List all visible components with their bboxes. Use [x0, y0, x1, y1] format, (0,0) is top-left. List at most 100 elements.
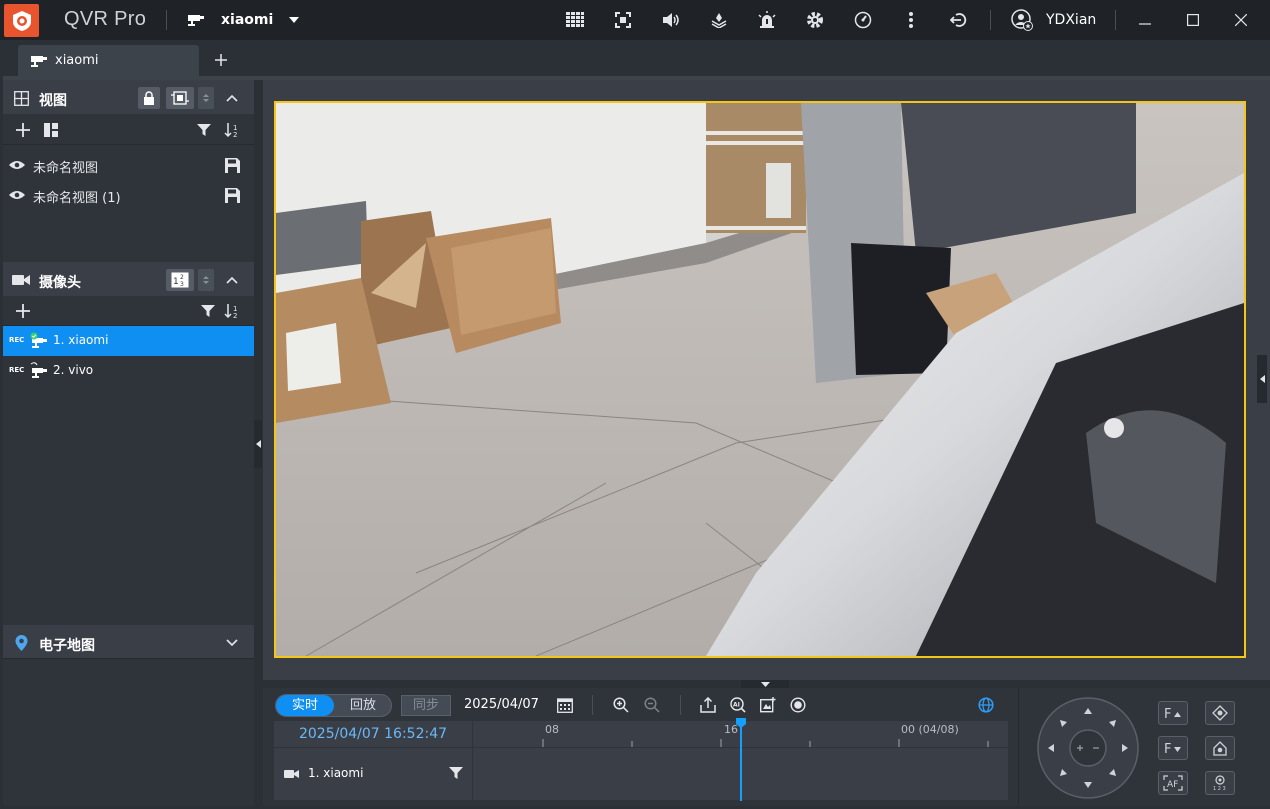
bottom-panel-collapse-handle[interactable]	[741, 680, 789, 688]
more-icon[interactable]	[901, 10, 921, 30]
focus-far-icon[interactable]: F	[1158, 701, 1188, 725]
sort-icon[interactable]: 12	[223, 122, 243, 138]
eye-icon[interactable]	[9, 158, 25, 172]
chevron-down-icon[interactable]	[284, 10, 304, 30]
zoom-out-icon[interactable]	[643, 696, 661, 714]
alarm-icon[interactable]	[757, 10, 777, 30]
camera-item-xiaomi[interactable]: REC 1. xiaomi	[3, 326, 254, 356]
divider	[166, 10, 167, 30]
volume-icon[interactable]	[661, 10, 681, 30]
username[interactable]: YDXian	[1046, 12, 1096, 28]
svg-text:2: 2	[233, 131, 237, 138]
live-mode-button[interactable]: 实时	[276, 695, 334, 716]
record-icon[interactable]	[789, 696, 807, 714]
numbering-icon[interactable]: 123	[166, 269, 194, 291]
close-icon[interactable]	[1231, 10, 1251, 30]
home-position-icon[interactable]	[1205, 736, 1235, 760]
filter-icon[interactable]	[196, 122, 212, 138]
add-camera-icon[interactable]	[15, 303, 31, 319]
smart-snapshot-icon[interactable]	[759, 696, 777, 714]
divider	[990, 10, 991, 30]
filter-icon[interactable]	[200, 303, 216, 319]
filter-icon[interactable]	[448, 765, 464, 781]
save-icon[interactable]	[224, 157, 240, 173]
logout-icon[interactable]	[949, 10, 969, 30]
eye-icon[interactable]	[9, 188, 25, 202]
window-border-left	[0, 40, 3, 809]
server-selector[interactable]: xiaomi	[221, 12, 273, 28]
timeline-playhead[interactable]	[740, 724, 742, 801]
chevron-up-icon[interactable]	[223, 89, 241, 107]
svg-text:F: F	[1164, 707, 1171, 720]
svg-text:2: 2	[233, 312, 237, 319]
camera-icon	[29, 362, 49, 380]
live-playback-toggle[interactable]: 实时 回放	[275, 694, 392, 717]
emap-section-header[interactable]: 电子地图	[3, 625, 254, 659]
user-avatar-icon[interactable]	[1010, 8, 1034, 32]
add-view-icon[interactable]	[15, 122, 31, 138]
date-display: 2025/04/07	[464, 697, 539, 712]
calendar-icon[interactable]	[556, 696, 574, 714]
video-camera-icon	[12, 272, 30, 288]
fullscreen-icon[interactable]	[613, 10, 633, 30]
ai-search-icon[interactable]: AI	[729, 696, 747, 714]
svg-text:AI: AI	[733, 702, 740, 709]
camera-video-feed[interactable]	[274, 101, 1246, 658]
sync-button[interactable]: 同步	[401, 695, 451, 716]
cameras-title: 摄像头	[39, 275, 81, 291]
camera-name: 1. xiaomi	[53, 333, 109, 347]
cameras-section-header[interactable]: 摄像头 123	[3, 262, 254, 296]
rec-badge: REC	[9, 366, 25, 374]
divider	[592, 695, 593, 715]
view-name: 未命名视图	[33, 161, 99, 176]
camera-server-icon	[30, 53, 48, 69]
right-panel-collapse-handle[interactable]	[1257, 355, 1267, 403]
ptz-joystick[interactable]	[1036, 696, 1140, 800]
export-icon[interactable]	[699, 696, 717, 714]
divider	[680, 695, 681, 715]
add-tab-icon[interactable]	[212, 51, 230, 69]
camera-online-icon	[29, 332, 49, 350]
view-cycle-icon[interactable]	[166, 87, 194, 109]
preset-list-icon[interactable]: 1 2 3	[1205, 771, 1235, 795]
gear-icon[interactable]	[805, 10, 825, 30]
dashboard-icon[interactable]	[853, 10, 873, 30]
spinner-arrows-icon[interactable]	[198, 269, 214, 291]
maximize-icon[interactable]	[1183, 10, 1203, 30]
sidebar-collapse-handle[interactable]	[254, 420, 262, 468]
auto-focus-icon[interactable]: AF	[1158, 771, 1188, 795]
tab-label: xiaomi	[55, 53, 99, 68]
view-item[interactable]: 未命名视图	[3, 150, 254, 180]
rec-badge: REC	[9, 336, 25, 344]
cameras-toolbar: 12	[3, 296, 254, 326]
sort-icon[interactable]: 12	[223, 303, 243, 319]
views-title: 视图	[39, 93, 67, 109]
tab-bar: xiaomi	[0, 40, 1270, 77]
globe-icon[interactable]	[977, 696, 995, 714]
camera-item-vivo[interactable]: REC 2. vivo	[3, 356, 254, 386]
views-section-header[interactable]: 视图	[3, 80, 254, 114]
layout-icon[interactable]	[43, 122, 59, 138]
chevron-up-icon[interactable]	[223, 271, 241, 289]
lock-icon[interactable]	[138, 87, 160, 109]
zoom-in-icon[interactable]	[612, 696, 630, 714]
tab-xiaomi[interactable]: xiaomi	[18, 45, 199, 77]
timeline-camera-name: 1. xiaomi	[308, 766, 364, 780]
playback-mode-button[interactable]: 回放	[334, 695, 392, 716]
view-item[interactable]: 未命名视图 (1)	[3, 180, 254, 210]
layers-icon[interactable]	[709, 10, 729, 30]
svg-text:AF: AF	[1167, 780, 1178, 790]
minimize-icon[interactable]	[1135, 10, 1155, 30]
chevron-down-icon[interactable]	[223, 634, 241, 652]
video-camera-icon	[283, 767, 299, 781]
view-grid-icon	[13, 90, 29, 106]
focus-near-icon[interactable]: F	[1158, 736, 1188, 760]
svg-text:1 2 3: 1 2 3	[1213, 786, 1226, 791]
save-icon[interactable]	[224, 187, 240, 203]
preset-icon[interactable]	[1205, 701, 1235, 725]
spinner-arrows-icon[interactable]	[198, 87, 214, 109]
divider	[1115, 10, 1116, 30]
camera-server-icon	[186, 10, 206, 30]
qvr-logo-icon	[4, 4, 39, 37]
grid-layout-icon[interactable]	[565, 10, 585, 30]
